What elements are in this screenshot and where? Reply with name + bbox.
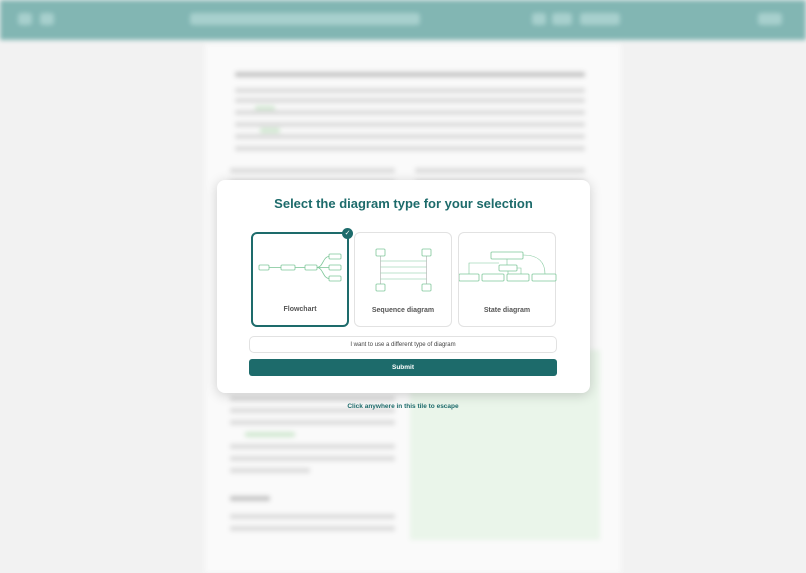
diagram-type-dialog: Select the diagram type for your selecti… (217, 180, 590, 393)
escape-hint: Click anywhere in this tile to escape (347, 403, 459, 410)
state-diagram-preview-icon (459, 251, 557, 282)
dialog-title: Select the diagram type for your selecti… (274, 196, 533, 211)
submit-button[interactable]: Submit (249, 359, 557, 376)
sequence-diagram-option[interactable]: Sequence diagram (354, 232, 452, 327)
flowchart-option[interactable]: ✓ Flowchart (251, 228, 353, 327)
sequence-diagram-preview-icon (375, 248, 432, 292)
sequence-diagram-label: Sequence diagram (371, 307, 435, 314)
state-diagram-label: State diagram (483, 307, 531, 314)
flowchart-label: Flowchart (283, 306, 317, 313)
flowchart-preview-icon (258, 253, 342, 282)
state-diagram-option[interactable]: State diagram (458, 232, 557, 327)
check-icon: ✓ (342, 228, 353, 239)
different-diagram-button[interactable]: I want to use a different type of diagra… (249, 336, 557, 353)
